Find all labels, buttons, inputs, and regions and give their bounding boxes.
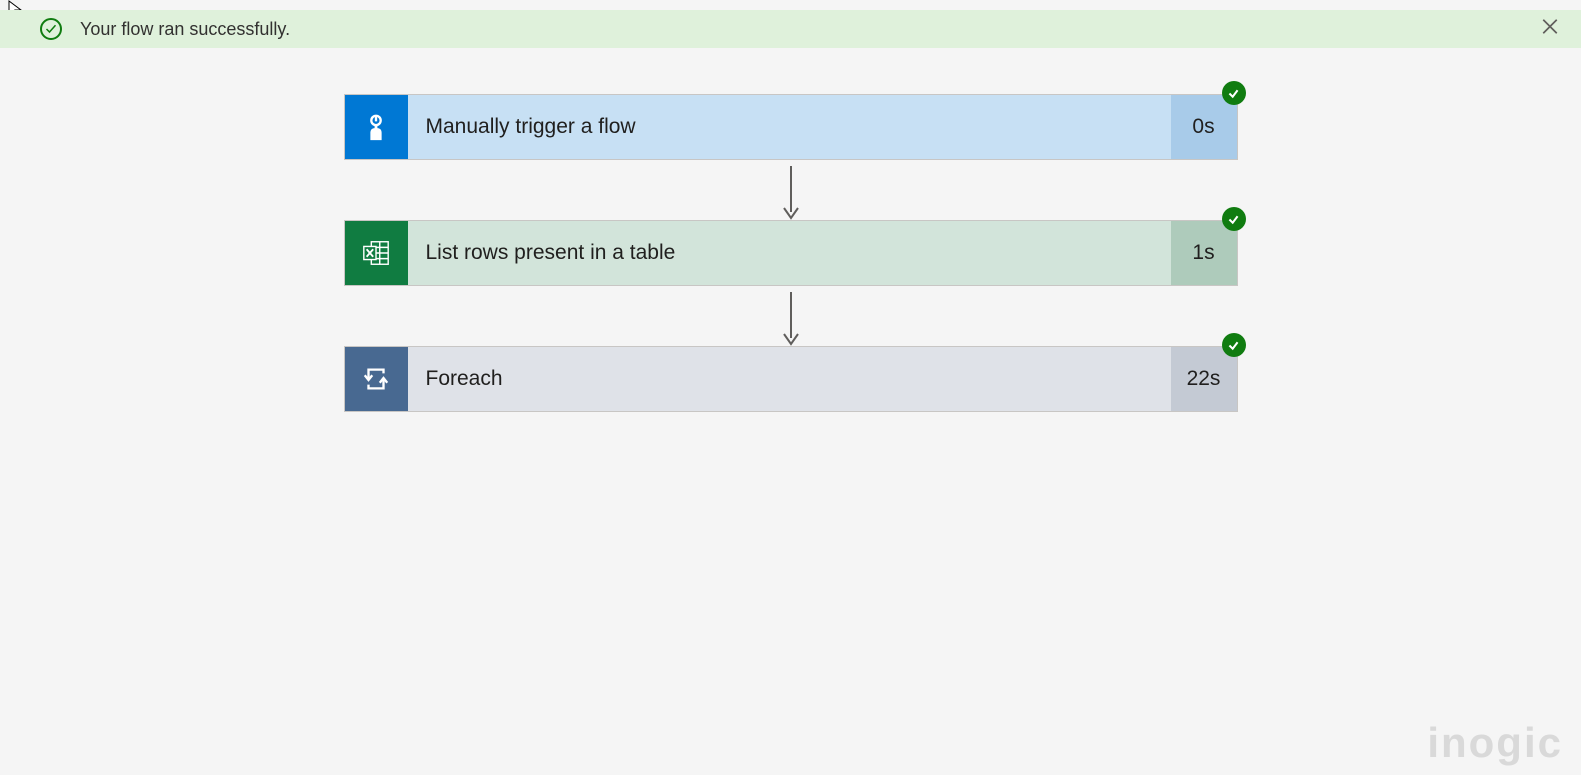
trigger-icon (345, 95, 408, 159)
watermark: inogic (1427, 719, 1563, 767)
success-badge-icon (1222, 333, 1246, 357)
connector-arrow-icon (781, 286, 801, 346)
step-duration: 22s (1171, 347, 1237, 411)
loop-icon (345, 347, 408, 411)
success-badge-icon (1222, 207, 1246, 231)
flow-step-foreach[interactable]: Foreach 22s (344, 346, 1238, 412)
flow-canvas: Manually trigger a flow 0s List rows pre… (0, 48, 1581, 412)
step-title: Manually trigger a flow (408, 95, 1171, 159)
step-duration: 0s (1171, 95, 1237, 159)
step-title: List rows present in a table (408, 221, 1171, 285)
step-title: Foreach (408, 347, 1171, 411)
connector-arrow-icon (781, 160, 801, 220)
flow-step-excel[interactable]: List rows present in a table 1s (344, 220, 1238, 286)
excel-icon (345, 221, 408, 285)
success-banner: Your flow ran successfully. (0, 10, 1581, 48)
step-duration: 1s (1171, 221, 1237, 285)
success-badge-icon (1222, 81, 1246, 105)
flow-step-trigger[interactable]: Manually trigger a flow 0s (344, 94, 1238, 160)
close-icon[interactable] (1541, 18, 1559, 41)
banner-message: Your flow ran successfully. (80, 19, 290, 40)
success-check-icon (40, 18, 62, 40)
